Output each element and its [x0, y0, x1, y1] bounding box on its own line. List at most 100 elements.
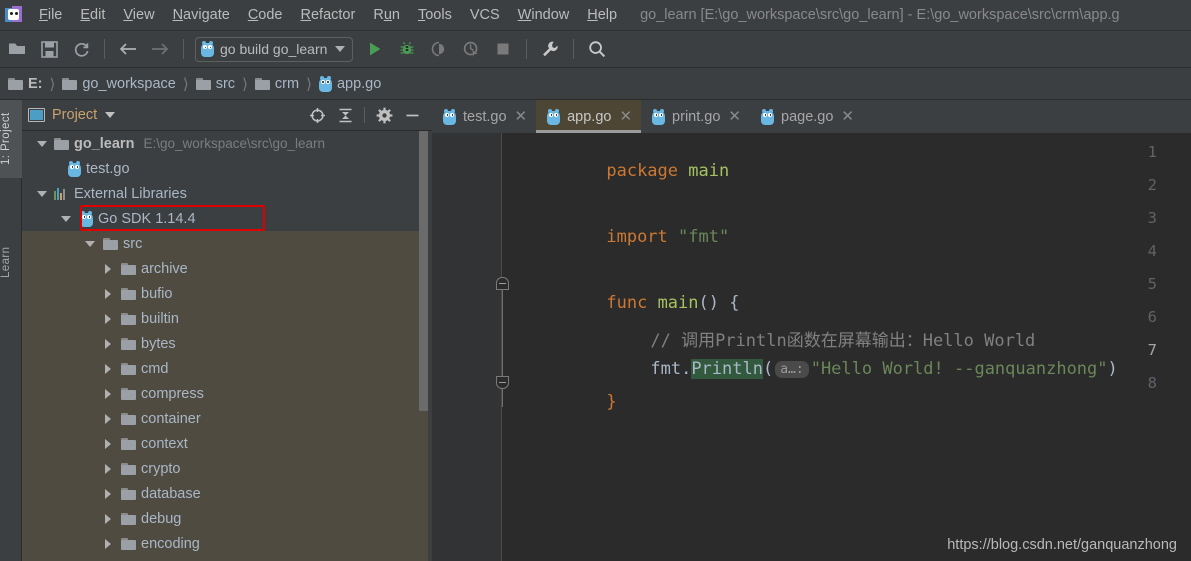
arrow-right-icon[interactable]: [147, 36, 173, 62]
breadcrumb-item-crm[interactable]: crm: [255, 76, 299, 92]
editor-tab-page-go[interactable]: page.go ✕: [750, 100, 863, 133]
chevron-collapsed-icon[interactable]: [100, 386, 116, 402]
project-scrollbar-track[interactable]: [421, 131, 430, 561]
debug-bug-icon[interactable]: [394, 36, 420, 62]
tree-row-debug[interactable]: debug: [22, 506, 432, 531]
menu-item-view[interactable]: View: [114, 5, 163, 25]
chevron-collapsed-icon[interactable]: [100, 361, 116, 377]
menu-item-code[interactable]: Code: [239, 5, 292, 25]
menu-item-vcs[interactable]: VCS: [461, 5, 509, 25]
tree-row-encoding[interactable]: encoding: [22, 531, 432, 556]
stop-square-icon[interactable]: [490, 36, 516, 62]
chevron-expanded-icon[interactable]: [34, 136, 50, 152]
tree-row-go-sdk[interactable]: Go SDK 1.14.4: [22, 206, 432, 231]
chevron-collapsed-icon[interactable]: [100, 286, 116, 302]
tree-row-test-go[interactable]: test.go: [22, 156, 432, 181]
chevron-collapsed-icon[interactable]: [100, 311, 116, 327]
chevron-expanded-icon[interactable]: [82, 236, 98, 252]
tree-row-archive[interactable]: archive: [22, 256, 432, 281]
chevron-collapsed-icon[interactable]: [100, 536, 116, 552]
tree-label: compress: [141, 386, 204, 402]
tree-row-crypto[interactable]: crypto: [22, 456, 432, 481]
breadcrumb-item-go-workspace[interactable]: go_workspace: [62, 76, 176, 92]
chevron-collapsed-icon[interactable]: [100, 411, 116, 427]
breadcrumb-separator: ⟩: [242, 75, 248, 93]
tree-row-bytes[interactable]: bytes: [22, 331, 432, 356]
tree-row-context[interactable]: context: [22, 431, 432, 456]
menu-item-navigate[interactable]: Navigate: [164, 5, 239, 25]
close-x-icon[interactable]: ✕: [619, 109, 632, 124]
settings-gear-icon[interactable]: [373, 104, 395, 126]
save-disk-icon[interactable]: [36, 36, 62, 62]
chevron-collapsed-icon[interactable]: [100, 436, 116, 452]
tree-row-src[interactable]: src: [22, 231, 432, 256]
tree-row-container[interactable]: container: [22, 406, 432, 431]
chevron-expanded-icon[interactable]: [34, 186, 50, 202]
breadcrumb-item-file[interactable]: app.go: [319, 76, 381, 92]
chevron-collapsed-icon[interactable]: [100, 336, 116, 352]
tree-label: encoding: [141, 536, 200, 552]
tree-indent-spacer: [34, 161, 50, 177]
wrench-icon[interactable]: [537, 36, 563, 62]
close-x-icon[interactable]: ✕: [841, 109, 854, 124]
chevron-collapsed-icon[interactable]: [100, 461, 116, 477]
tree-row-compress[interactable]: compress: [22, 381, 432, 406]
close-x-icon[interactable]: ✕: [515, 109, 528, 124]
menu-item-run[interactable]: Run: [364, 5, 409, 25]
tree-sublabel: E:\go_workspace\src\go_learn: [143, 136, 325, 151]
arrow-left-icon[interactable]: [115, 36, 141, 62]
refresh-sync-icon[interactable]: [68, 36, 94, 62]
editor-tab-test-go[interactable]: test.go ✕: [432, 100, 536, 133]
code-editor[interactable]: 1 2 3 4 5 6 7 8 package main import "fmt…: [432, 133, 1191, 561]
menu-item-window[interactable]: Window: [509, 5, 579, 25]
open-folder-icon[interactable]: [4, 36, 30, 62]
collapse-all-icon[interactable]: [334, 104, 356, 126]
folder-icon: [196, 78, 211, 90]
breadcrumb: E: ⟩ go_workspace ⟩ src ⟩ crm ⟩ app.go: [0, 68, 1191, 100]
hide-minimize-icon[interactable]: [401, 104, 423, 126]
project-scrollbar-thumb[interactable]: [419, 131, 428, 411]
sidebar-tab-learn[interactable]: Learn: [0, 232, 22, 292]
chevron-collapsed-icon[interactable]: [100, 511, 116, 527]
search-magnifier-icon[interactable]: [584, 36, 610, 62]
tree-row-bufio[interactable]: bufio: [22, 281, 432, 306]
profile-icon[interactable]: [458, 36, 484, 62]
tree-label: crypto: [141, 461, 181, 477]
breadcrumb-item-src[interactable]: src: [196, 76, 235, 92]
tree-label: test.go: [86, 161, 130, 177]
locate-target-icon[interactable]: [306, 104, 328, 126]
toolbar-separator-4: [573, 39, 574, 59]
chevron-down-icon[interactable]: [105, 112, 115, 118]
tree-row-builtin[interactable]: builtin: [22, 306, 432, 331]
chevron-expanded-icon[interactable]: [58, 211, 74, 227]
title-menu-bar: File Edit View Navigate Code Refactor Ru…: [0, 0, 1191, 31]
chevron-collapsed-icon[interactable]: [100, 486, 116, 502]
folder-icon: [121, 288, 136, 300]
sidebar-tab-project[interactable]: 1: Project: [0, 100, 22, 178]
code-keyword-import: import: [606, 227, 667, 247]
editor-gutter[interactable]: [432, 133, 502, 561]
menu-item-file[interactable]: File: [30, 5, 71, 25]
tree-row-go-learn[interactable]: go_learn E:\go_workspace\src\go_learn: [22, 131, 432, 156]
code-function-println-highlight: Println: [691, 359, 763, 379]
menu-item-help[interactable]: Help: [578, 5, 626, 25]
close-x-icon[interactable]: ✕: [728, 109, 741, 124]
menu-item-edit[interactable]: Edit: [71, 5, 114, 25]
gopher-file-icon: [80, 211, 93, 227]
run-play-icon[interactable]: [362, 36, 388, 62]
menu-item-refactor[interactable]: Refactor: [292, 5, 365, 25]
project-tree[interactable]: go_learn E:\go_workspace\src\go_learn te…: [22, 131, 432, 561]
run-with-coverage-icon[interactable]: [426, 36, 452, 62]
run-configuration-selector[interactable]: go build go_learn: [195, 37, 353, 62]
editor-tab-print-go[interactable]: print.go ✕: [641, 100, 750, 133]
editor-area: test.go ✕ app.go ✕ print.go ✕ page.go ✕ …: [432, 100, 1191, 561]
breadcrumb-item-drive[interactable]: E:: [8, 76, 43, 92]
code-text[interactable]: package main import "fmt" func main() { …: [504, 133, 1191, 561]
editor-tab-app-go[interactable]: app.go ✕: [536, 100, 641, 133]
toolbar-separator-3: [526, 39, 527, 59]
chevron-collapsed-icon[interactable]: [100, 261, 116, 277]
tree-row-external-libraries[interactable]: External Libraries: [22, 181, 432, 206]
tree-row-database[interactable]: database: [22, 481, 432, 506]
menu-item-tools[interactable]: Tools: [409, 5, 461, 25]
tree-row-cmd[interactable]: cmd: [22, 356, 432, 381]
